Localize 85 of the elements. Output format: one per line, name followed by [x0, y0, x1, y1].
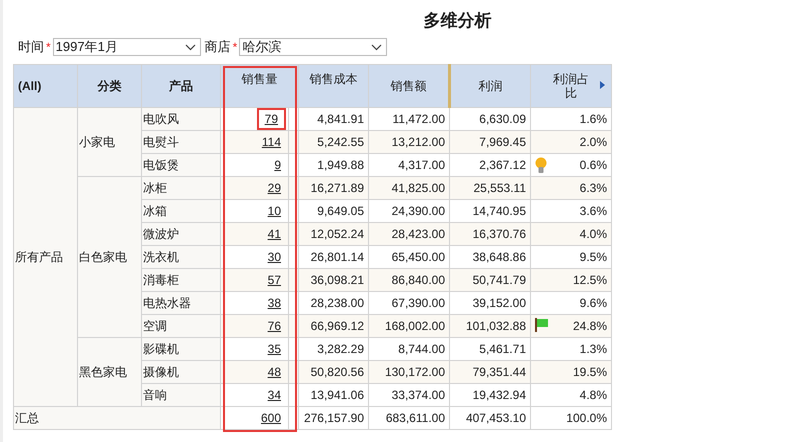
column-header[interactable]: 利润占比	[553, 72, 589, 100]
product-cell: 消毒柜	[142, 268, 220, 292]
table-cell: 25,553.11	[450, 176, 530, 200]
column-header[interactable]: 分类	[78, 64, 142, 108]
table-cell: 41,825.00	[368, 176, 450, 200]
quantity-link[interactable]: 34	[264, 387, 284, 403]
filter-dropdown[interactable]: 1997年1月	[52, 38, 201, 56]
table-cell: 24.8%	[572, 319, 607, 333]
table-cell: 130,172.00	[368, 360, 450, 384]
table-cell: 50,741.79	[450, 268, 530, 292]
table-cell: 12.5%	[572, 273, 607, 287]
table-cell: 86,840.00	[368, 268, 450, 292]
table-cell: 168,002.00	[368, 314, 450, 338]
filter-label: 时间	[18, 38, 44, 56]
row-header: 小家电	[78, 108, 142, 176]
product-cell: 电吹风	[142, 108, 220, 130]
table-cell: 683,611.00	[368, 406, 450, 430]
total-label: 汇总	[14, 406, 220, 430]
quantity-link[interactable]: 41	[264, 226, 284, 242]
quantity-link[interactable]: 76	[264, 318, 284, 334]
quantity-link[interactable]: 30	[264, 249, 284, 265]
table-cell: 2.0%	[580, 135, 607, 149]
column-header[interactable]: (All)	[14, 64, 78, 108]
filter-label: 商店	[204, 38, 231, 56]
row-header: 所有产品	[14, 108, 78, 406]
table-cell: 9.5%	[580, 250, 607, 264]
table-cell: 100.0%	[530, 406, 612, 430]
filter-dropdown[interactable]: 哈尔滨	[239, 38, 388, 56]
table-cell: 79,351.44	[450, 360, 530, 384]
table-cell: 101,032.88	[450, 314, 530, 338]
quantity-link[interactable]: 38	[264, 295, 284, 311]
product-cell: 电熨斗	[142, 130, 220, 154]
column-header[interactable]: 利润	[450, 64, 530, 108]
product-cell: 微波炉	[142, 222, 220, 246]
table-cell: 36,098.21	[298, 268, 368, 292]
quantity-link[interactable]: 10	[264, 203, 284, 219]
chevron-down-icon	[371, 44, 382, 50]
quantity-link[interactable]: 35	[264, 341, 284, 357]
table-cell: 19.5%	[572, 365, 607, 379]
row-header: 白色家电	[78, 176, 142, 338]
quantity-link[interactable]: 29	[264, 180, 284, 196]
required-mark: *	[46, 40, 51, 54]
expand-arrow-icon[interactable]	[600, 81, 605, 89]
table-cell: 13,212.00	[368, 130, 450, 154]
table-cell: 4.0%	[580, 227, 607, 241]
table-cell: 4.8%	[580, 388, 607, 402]
product-cell: 洗衣机	[142, 246, 220, 268]
table-cell: 7,969.45	[450, 130, 530, 154]
table-cell: 13,941.06	[298, 384, 368, 406]
quantity-link[interactable]: 57	[264, 272, 284, 288]
table-cell: 16,271.89	[298, 176, 368, 200]
column-header[interactable]: 销售额	[368, 64, 450, 108]
quantity-link[interactable]: 9	[271, 157, 284, 173]
required-mark: *	[232, 40, 238, 54]
table-cell: 407,453.10	[450, 406, 530, 430]
quantity-link[interactable]: 48	[264, 364, 284, 380]
table-cell: 66,969.12	[298, 314, 368, 338]
table-cell: 1.3%	[580, 342, 607, 356]
table-cell: 5,242.55	[298, 130, 368, 154]
product-cell: 电热水器	[142, 292, 220, 314]
chevron-down-icon	[184, 44, 196, 50]
table-cell: 16,370.76	[450, 222, 530, 246]
column-header[interactable]: 销售成本	[298, 64, 368, 108]
table-cell: 28,423.00	[368, 222, 450, 246]
table-cell: 1.6%	[580, 112, 607, 126]
table-cell: 0.6%	[580, 158, 607, 172]
product-cell: 音响	[142, 384, 220, 406]
product-cell: 摄像机	[142, 360, 220, 384]
product-cell: 影碟机	[142, 338, 220, 360]
table-cell: 50,820.56	[298, 360, 368, 384]
table-cell: 12,052.24	[298, 222, 368, 246]
report-title: 多维分析	[422, 10, 492, 32]
table-cell: 3.6%	[580, 204, 607, 218]
product-cell: 冰柜	[142, 176, 220, 200]
table-cell: 9.6%	[580, 296, 607, 310]
row-header: 黑色家电	[78, 338, 142, 406]
table-cell: 33,374.00	[368, 384, 450, 406]
column-header[interactable]: 销售量	[220, 64, 298, 108]
product-cell: 空调	[142, 314, 220, 338]
table-cell: 6.3%	[580, 181, 607, 195]
column-header[interactable]: 产品	[142, 64, 220, 108]
product-cell: 冰箱	[142, 200, 220, 222]
table-cell: 276,157.90	[298, 406, 368, 430]
table-cell: 19,432.94	[450, 384, 530, 406]
product-cell: 电饭煲	[142, 154, 220, 176]
